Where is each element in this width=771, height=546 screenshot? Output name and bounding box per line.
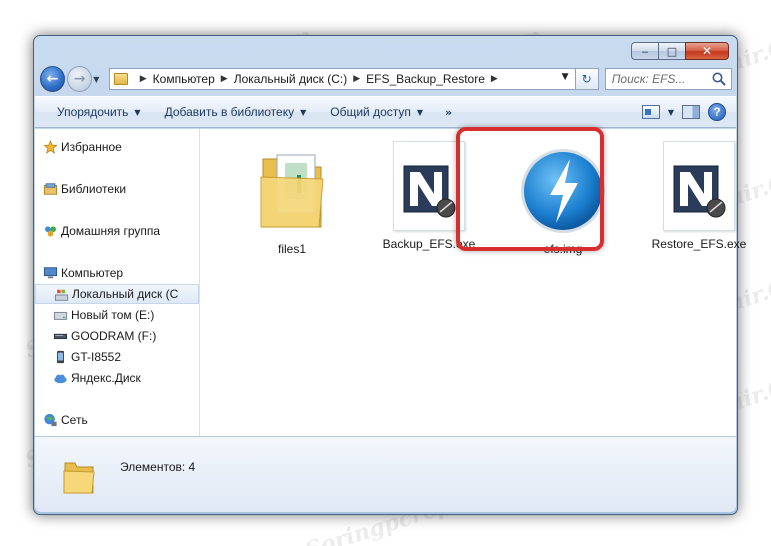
file-item-folder[interactable]: files1 (242, 141, 342, 256)
organize-button[interactable]: Упорядочить ▼ (57, 105, 141, 119)
network-icon (44, 413, 57, 427)
nav-yandex-disk[interactable]: Яндекс.Диск (35, 368, 199, 388)
nav-device-phone[interactable]: GT-I8552 (35, 347, 199, 367)
file-item-exe[interactable]: Restore_EFS.exe (649, 141, 749, 251)
nav-homegroup[interactable]: Домашняя группа (35, 221, 199, 241)
drive-icon (53, 311, 68, 320)
command-bar: Упорядочить ▼ Добавить в библиотеку ▼ Об… (35, 96, 736, 128)
details-pane: Элементов: 4 (35, 436, 736, 512)
navigation-pane: Избранное Библиотеки Домашняя группа Ком… (35, 129, 200, 436)
close-button[interactable]: ✕ (685, 42, 729, 60)
breadcrumb-computer[interactable]: Компьютер (153, 72, 215, 86)
nav-computer-label: Компьютер (61, 266, 124, 280)
share-button[interactable]: Общий доступ ▼ (330, 105, 423, 119)
nav-yandex-disk-label: Яндекс.Диск (71, 371, 141, 385)
add-to-library-button[interactable]: Добавить в библиотеку ▼ (165, 105, 307, 119)
exe-thumbnail (393, 141, 465, 231)
more-commands-button[interactable]: » (445, 106, 452, 119)
address-dropdown-icon[interactable]: ▼ (562, 72, 569, 82)
nav-drive-c[interactable]: Локальный диск (C (35, 284, 199, 304)
library-icon (43, 183, 58, 195)
computer-icon (43, 267, 58, 279)
homegroup-icon (44, 226, 57, 237)
nav-libraries[interactable]: Библиотеки (35, 179, 199, 199)
exe-thumbnail (663, 141, 735, 231)
cloud-icon (54, 374, 67, 384)
toolbar-right-group: ▼ ? (641, 103, 726, 121)
nav-device-phone-label: GT-I8552 (71, 350, 122, 364)
app-n-icon (403, 165, 456, 218)
help-icon[interactable]: ? (708, 103, 726, 121)
view-dropdown-icon[interactable]: ▼ (668, 108, 674, 117)
nav-network-label: Сеть (61, 413, 88, 427)
explorer-window: ‒ □ ✕ ← → ▼ ▶ Компьютер ▶ Локальный диск… (33, 35, 746, 515)
folder-icon (260, 154, 324, 228)
item-count: Элементов: 4 (120, 460, 196, 474)
folder-icon (63, 462, 95, 494)
navigation-bar: ← → ▼ ▶ Компьютер ▶ Локальный диск (C:) … (40, 64, 732, 94)
nav-favorites[interactable]: Избранное (35, 137, 199, 157)
highlight-frame (456, 127, 604, 251)
change-view-icon[interactable] (641, 105, 660, 119)
chevron-down-icon: ▼ (134, 107, 141, 117)
system-drive-icon (54, 289, 69, 301)
breadcrumb-local-disk[interactable]: Локальный диск (C:) (234, 72, 348, 86)
usb-drive-icon (53, 333, 68, 340)
nav-network[interactable]: Сеть (35, 410, 199, 430)
nav-drive-e[interactable]: Новый том (E:) (35, 305, 199, 325)
preview-pane-icon[interactable] (682, 105, 700, 119)
nav-computer[interactable]: Компьютер (35, 263, 199, 283)
nav-drive-f[interactable]: GOODRAM (F:) (35, 326, 199, 346)
nav-drive-f-label: GOODRAM (F:) (71, 329, 157, 343)
add-to-library-label: Добавить в библиотеку (164, 105, 295, 119)
breadcrumb-efs-folder[interactable]: EFS_Backup_Restore (366, 72, 485, 86)
breadcrumb-separator-icon[interactable]: ▶ (140, 74, 147, 84)
forward-button[interactable]: → (67, 66, 93, 92)
file-name: Restore_EFS.exe (651, 237, 747, 251)
breadcrumb-separator-icon[interactable]: ▶ (353, 74, 360, 84)
file-name: files1 (277, 242, 306, 256)
search-placeholder: Поиск: EFS... (611, 72, 686, 86)
folder-icon (113, 73, 128, 85)
search-icon[interactable] (711, 71, 727, 87)
address-bar[interactable]: ▶ Компьютер ▶ Локальный диск (C:) ▶ EFS_… (108, 68, 576, 90)
nav-drive-c-label: Локальный диск (C (72, 287, 179, 301)
phone-icon (57, 350, 64, 364)
chevron-down-icon: ▼ (416, 107, 424, 117)
app-n-icon (673, 165, 726, 218)
back-button[interactable]: ← (40, 66, 66, 92)
organize-label: Упорядочить (57, 105, 129, 119)
maximize-button[interactable]: □ (658, 42, 685, 60)
minimize-button[interactable]: ‒ (631, 42, 658, 60)
content-area: Избранное Библиотеки Домашняя группа Ком… (35, 129, 746, 436)
nav-homegroup-label: Домашняя группа (61, 224, 161, 238)
chevron-down-icon: ▼ (300, 107, 307, 117)
nav-favorites-label: Избранное (61, 140, 122, 154)
recent-pages-dropdown-icon[interactable]: ▼ (93, 75, 105, 84)
share-label: Общий доступ (330, 105, 411, 119)
refresh-button[interactable]: ↻ (575, 68, 599, 90)
search-input[interactable]: Поиск: EFS... (604, 68, 732, 90)
nav-libraries-label: Библиотеки (61, 182, 127, 196)
nav-drive-e-label: Новый том (E:) (71, 308, 155, 322)
breadcrumb-separator-icon[interactable]: ▶ (491, 74, 498, 84)
star-icon (43, 140, 58, 154)
breadcrumb-separator-icon[interactable]: ▶ (221, 74, 228, 84)
window-controls: ‒ □ ✕ (631, 42, 729, 60)
